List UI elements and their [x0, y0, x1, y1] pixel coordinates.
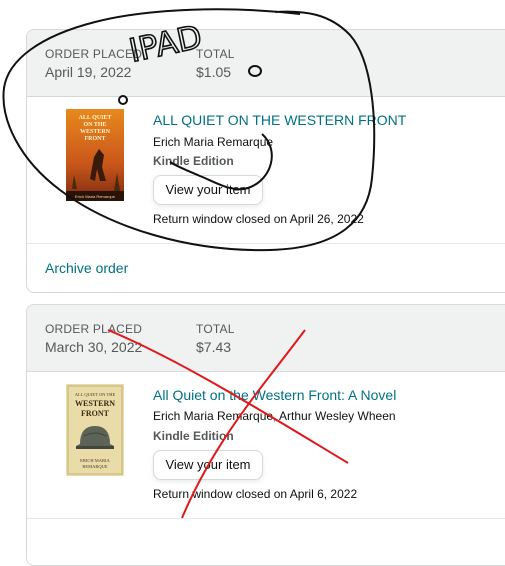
- item-format: Kindle Edition: [153, 154, 234, 168]
- archive-order-link[interactable]: Archive order: [45, 260, 128, 276]
- order-header: ORDER PLACED April 19, 2022 TOTAL $1.05: [27, 30, 505, 97]
- item-format: Kindle Edition: [153, 429, 234, 443]
- svg-text:WESTERN: WESTERN: [80, 129, 111, 135]
- svg-text:ON THE: ON THE: [83, 122, 106, 128]
- order-header: ORDER PLACED March 30, 2022 TOTAL $7.43: [27, 305, 505, 372]
- svg-text:REMARQUE: REMARQUE: [82, 464, 108, 469]
- svg-text:ALL QUIET ON THE: ALL QUIET ON THE: [75, 392, 116, 397]
- svg-text:WESTERN: WESTERN: [75, 399, 115, 408]
- svg-text:FRONT: FRONT: [81, 409, 110, 418]
- item-author: Erich Maria Remarque, Arthur Wesley Whee…: [153, 409, 396, 423]
- book-cover-image[interactable]: ALL QUIET ON THE WESTERN FRONT ERICH MAR…: [66, 384, 124, 476]
- return-window-text: Return window closed on April 26, 2022: [153, 212, 364, 226]
- view-your-item-button[interactable]: View your item: [153, 450, 263, 480]
- item-author: Erich Maria Remarque: [153, 135, 274, 149]
- order-total-label: TOTAL: [196, 322, 235, 336]
- card-divider: [27, 243, 505, 244]
- item-title-link[interactable]: ALL QUIET ON THE WESTERN FRONT: [153, 112, 406, 128]
- book-cover-image[interactable]: ALL QUIET ON THE WESTERN FRONT Erich Mar…: [66, 109, 124, 201]
- svg-text:ERICH MARIA: ERICH MARIA: [80, 458, 110, 463]
- svg-text:ALL QUIET: ALL QUIET: [79, 115, 112, 121]
- card-divider: [27, 518, 505, 519]
- svg-text:FRONT: FRONT: [85, 136, 106, 142]
- order-total-label: TOTAL: [196, 47, 235, 61]
- item-title-link[interactable]: All Quiet on the Western Front: A Novel: [153, 387, 396, 403]
- order-placed-label: ORDER PLACED: [45, 322, 143, 336]
- order-total-value: $7.43: [196, 339, 232, 355]
- order-placed-date: March 30, 2022: [45, 339, 143, 355]
- order-total-value: $1.05: [196, 64, 232, 80]
- svg-text:Erich Maria Remarque: Erich Maria Remarque: [75, 194, 116, 199]
- order-placed-date: April 19, 2022: [45, 64, 132, 80]
- view-your-item-button[interactable]: View your item: [153, 175, 263, 205]
- return-window-text: Return window closed on April 6, 2022: [153, 487, 358, 501]
- order-placed-label: ORDER PLACED: [45, 47, 143, 61]
- order-card: ORDER PLACED April 19, 2022 TOTAL $1.05 …: [26, 29, 505, 293]
- order-card: ORDER PLACED March 30, 2022 TOTAL $7.43 …: [26, 304, 505, 566]
